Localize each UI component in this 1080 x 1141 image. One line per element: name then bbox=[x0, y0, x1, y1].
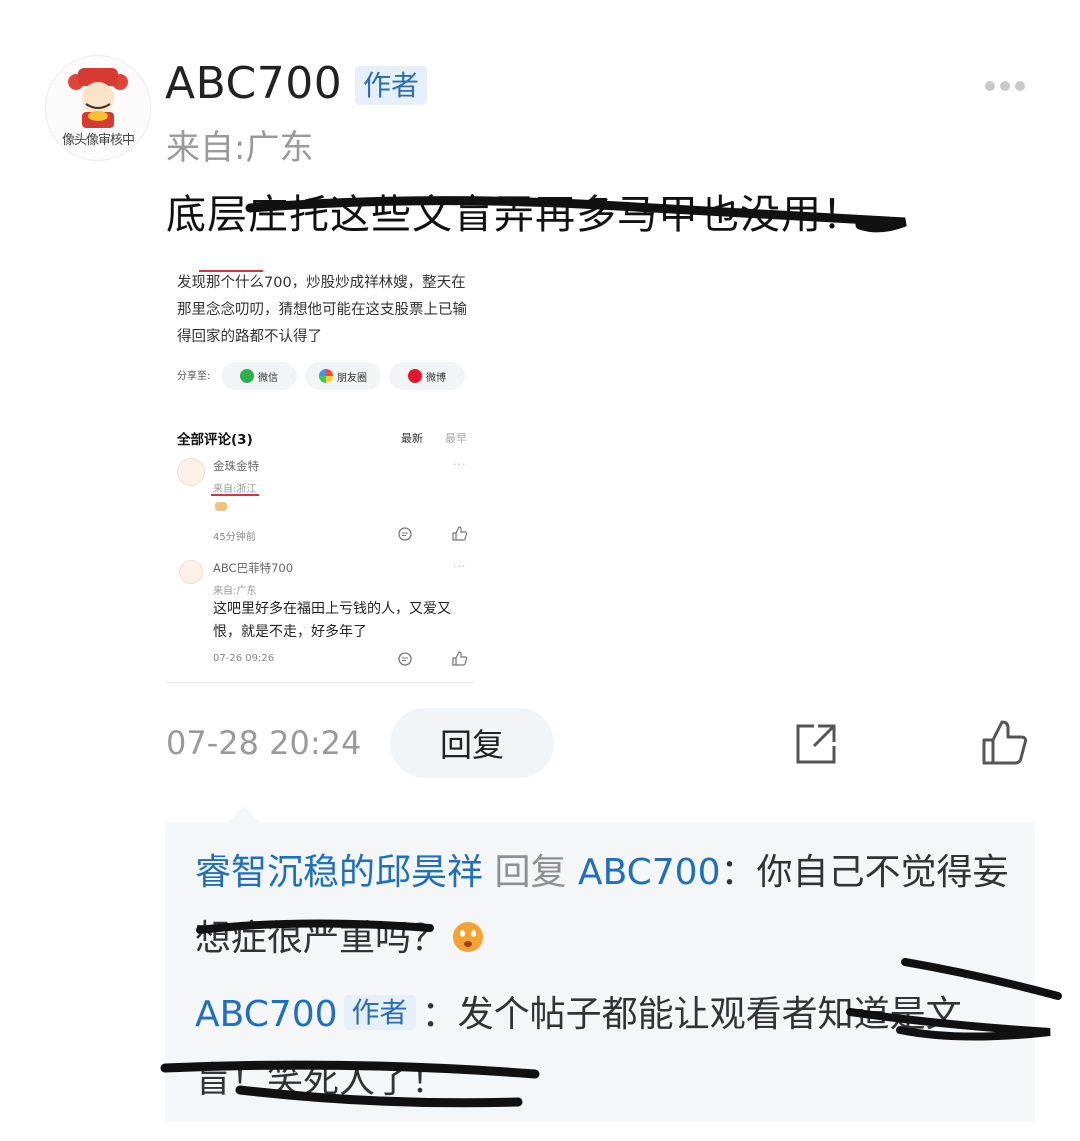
reply-button[interactable]: 回复 bbox=[390, 708, 554, 778]
comment-time: 07-26 09:26 bbox=[213, 653, 275, 664]
comment-more-icon[interactable]: ··· bbox=[453, 458, 467, 471]
post-username[interactable]: ABC700 bbox=[165, 58, 342, 109]
share-weibo-label: 微博 bbox=[426, 372, 446, 384]
comment-location: 来自:浙江 bbox=[213, 484, 257, 495]
share-label: 分享至: bbox=[177, 371, 211, 382]
avatar-review-label: 像头像审核中 bbox=[61, 133, 135, 148]
underline-mark bbox=[199, 270, 263, 272]
wechat-icon bbox=[240, 369, 254, 383]
comment-avatar[interactable] bbox=[177, 458, 205, 486]
reply-item[interactable]: 睿智沉稳的邱昊祥 回复 ABC700：你自己不觉得妄想症很严重吗？ bbox=[195, 840, 1013, 972]
share-wechat-button[interactable]: 微信 bbox=[221, 362, 297, 390]
comment-username[interactable]: 金珠金特 bbox=[213, 458, 259, 474]
post-title: 底层庄托这些文盲弄再多马甲也没用！ bbox=[166, 192, 863, 238]
sort-newest-tab[interactable]: 最新 bbox=[401, 430, 423, 446]
reply-word: 回复 bbox=[494, 852, 567, 893]
author-badge: 作者 bbox=[355, 66, 428, 105]
dizzy-face-emoji-icon bbox=[453, 922, 484, 952]
comment-reply-icon[interactable] bbox=[397, 526, 413, 542]
share-moments-label: 朋友圈 bbox=[337, 372, 367, 384]
share-wechat-label: 微信 bbox=[258, 372, 278, 384]
divider bbox=[165, 682, 475, 683]
underline-mark bbox=[211, 494, 259, 496]
share-weibo-button[interactable]: 微博 bbox=[389, 362, 465, 390]
comment-username[interactable]: ABC巴菲特700 bbox=[213, 560, 293, 576]
comment-more-icon[interactable]: ··· bbox=[453, 560, 467, 573]
reply-item[interactable]: ABC700 作者 ：发个帖子都能让观看者知道是文盲！笑死人了！ bbox=[195, 980, 1013, 1114]
embedded-screenshot[interactable]: 发现那个什么700，炒股炒成祥林嫂，整天在那里念念叨叨，猜想他可能在这支股票上已… bbox=[165, 262, 475, 690]
moments-icon bbox=[319, 369, 333, 383]
reply-pointer bbox=[228, 806, 260, 822]
reply-target[interactable]: ABC700 bbox=[578, 852, 721, 893]
more-options-icon[interactable] bbox=[985, 76, 1035, 92]
thumbs-up-emoji-icon bbox=[215, 502, 227, 511]
replies-panel: 睿智沉稳的邱昊祥 回复 ABC700：你自己不觉得妄想症很严重吗？ ABC700… bbox=[165, 822, 1035, 1122]
embedded-post-text: 发现那个什么700，炒股炒成祥林嫂，整天在那里念念叨叨，猜想他可能在这支股票上已… bbox=[177, 275, 467, 345]
comments-title: 全部评论(3) bbox=[177, 432, 253, 448]
comment-reply-icon[interactable] bbox=[397, 651, 413, 667]
reply-author[interactable]: ABC700 bbox=[195, 994, 338, 1035]
comment-body: 这吧里好多在福田上亏钱的人，又爱又恨，就是不走，好多年了 bbox=[213, 601, 451, 640]
reply-author[interactable]: 睿智沉稳的邱昊祥 bbox=[195, 852, 483, 893]
author-badge: 作者 bbox=[343, 995, 416, 1030]
post-time: 07-28 20:24 bbox=[166, 724, 362, 762]
share-icon[interactable] bbox=[792, 720, 840, 768]
comment-like-icon[interactable] bbox=[451, 650, 468, 667]
avatar[interactable]: 像头像审核中 bbox=[45, 55, 151, 161]
comment-avatar[interactable] bbox=[179, 560, 203, 584]
weibo-icon bbox=[408, 369, 422, 383]
share-moments-button[interactable]: 朋友圈 bbox=[305, 362, 381, 390]
comment-location: 来自:广东 bbox=[213, 586, 257, 597]
comment-time: 45分钟前 bbox=[213, 532, 256, 543]
sort-oldest-tab[interactable]: 最早 bbox=[445, 430, 467, 446]
post-location: 来自:广东 bbox=[166, 128, 314, 168]
like-icon[interactable] bbox=[980, 718, 1030, 768]
comment-like-icon[interactable] bbox=[451, 525, 468, 542]
